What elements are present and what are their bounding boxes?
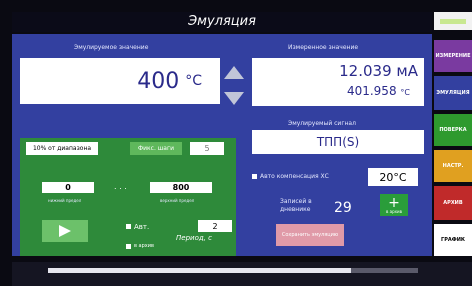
sidebar-item-emulation[interactable]: ЭМУЛЯЦИЯ xyxy=(434,76,472,110)
emulated-unit: °C xyxy=(185,73,202,89)
measured-current: 12.039 мА xyxy=(339,62,418,80)
emulation-screen: Эмуляция Эмулируемое значение 400 °C Изм… xyxy=(0,0,472,286)
plus-icon: + xyxy=(388,195,400,211)
max-value-field[interactable]: 800 xyxy=(150,182,212,193)
add-record-label: в архив xyxy=(386,209,402,214)
percent-range-button[interactable]: 10% от диапазона xyxy=(26,142,98,155)
max-value-label: верхний предел xyxy=(160,198,195,203)
status-bar xyxy=(12,262,472,286)
emulated-value-display[interactable]: 400 °C xyxy=(20,58,220,104)
battery-icon xyxy=(440,18,466,24)
measured-value-display: 12.039 мА 401.958 °C xyxy=(252,58,424,106)
window-title: Эмуляция xyxy=(12,12,432,32)
period-label: Период, с xyxy=(176,234,212,242)
decrease-arrow-icon[interactable] xyxy=(224,92,244,105)
records-count: 29 xyxy=(334,200,352,216)
measured-ma-value: 12.039 xyxy=(339,62,392,80)
min-value-label: нижний предел xyxy=(48,198,82,203)
save-emulation-button[interactable]: Сохранить эмуляцию xyxy=(276,224,344,246)
fixed-step-button[interactable]: Фикс. шаги xyxy=(130,142,182,155)
measured-temperature: 401.958 °C xyxy=(347,84,410,98)
emulated-value-label: Эмулируемое значение xyxy=(74,44,149,51)
sensor-label: Эмулируемый сигнал xyxy=(288,120,356,127)
in-time-checkbox[interactable] xyxy=(126,244,131,249)
in-time-label: в архив xyxy=(134,243,154,249)
progress-bar xyxy=(48,268,418,273)
progress-fill xyxy=(48,268,352,273)
measured-c-value: 401.958 xyxy=(346,84,397,98)
auto-label: Авт. xyxy=(134,223,150,231)
measured-value-label: Измеренное значение xyxy=(288,44,359,51)
sidebar-item-verification[interactable]: ПОВЕРКА xyxy=(434,114,472,146)
sidebar-item-measurement[interactable]: ИЗМЕРЕНИЕ xyxy=(434,40,472,72)
range-panel: 10% от диапазона Фикс. шаги 5 0 . . . 80… xyxy=(20,138,236,256)
range-separator: . . . xyxy=(114,182,127,191)
add-record-button[interactable]: + в архив xyxy=(380,194,408,216)
sidebar-item-top[interactable] xyxy=(434,12,472,30)
measured-ma-unit: мА xyxy=(396,62,418,80)
play-button[interactable] xyxy=(42,220,88,242)
play-icon xyxy=(59,225,71,237)
period-field[interactable]: 2 xyxy=(198,220,232,232)
main-panel: Эмулируемое значение 400 °C Измеренное з… xyxy=(12,34,432,256)
sidebar-item-archive[interactable]: АРХИВ xyxy=(434,186,472,220)
sidebar-item-settings[interactable]: НАСТР. xyxy=(434,150,472,182)
cold-junction-label: Авто компенсация ХС xyxy=(260,173,329,180)
sidebar-nav: ИЗМЕРЕНИЕ ЭМУЛЯЦИЯ ПОВЕРКА НАСТР. АРХИВ … xyxy=(432,12,472,256)
increase-arrow-icon[interactable] xyxy=(224,66,244,79)
sidebar-item-graph[interactable]: ГРАФИК xyxy=(434,224,472,256)
measured-c-unit: °C xyxy=(400,88,410,97)
step-value-field[interactable]: 5 xyxy=(190,142,224,155)
cold-junction-checkbox[interactable] xyxy=(252,174,257,179)
records-label: Записей в дневнике xyxy=(280,198,312,213)
auto-checkbox[interactable] xyxy=(126,224,131,229)
sensor-type-select[interactable]: ТПП(S) xyxy=(252,130,424,154)
min-value-field[interactable]: 0 xyxy=(42,182,94,193)
cold-junction-field[interactable]: 20°C xyxy=(368,168,418,186)
emulated-value: 400 xyxy=(137,68,180,94)
